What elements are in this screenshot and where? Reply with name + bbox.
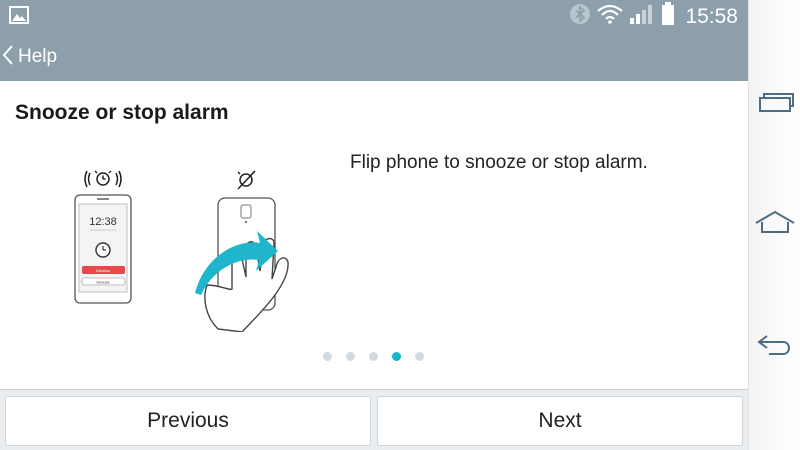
navigation-bar <box>748 0 800 450</box>
home-icon <box>753 209 797 240</box>
dismiss-label: Dismiss <box>96 268 110 273</box>
recent-apps-button[interactable] <box>752 84 798 124</box>
bluetooth-icon <box>569 3 591 30</box>
alarm-off-icon <box>237 170 256 190</box>
chevron-left-icon <box>2 44 14 71</box>
phone-time: 12:38 <box>89 216 117 228</box>
snooze-label: Snooze <box>96 279 110 284</box>
status-bar: 15:58 <box>0 0 748 33</box>
clock: 15:58 <box>685 4 738 28</box>
page-indicator <box>323 352 424 361</box>
page-dot <box>346 352 355 361</box>
footer-bar: Previous Next <box>0 389 748 450</box>
flip-phone-illustration: 12:38 Dismiss Snooze <box>60 167 310 337</box>
previous-button[interactable]: Previous <box>5 396 371 446</box>
back-icon <box>755 331 795 362</box>
page-dot <box>415 352 424 361</box>
recent-apps-icon <box>755 90 795 119</box>
help-description: Flip phone to snooze or stop alarm. <box>350 152 648 173</box>
gallery-icon <box>9 6 29 29</box>
page-title: Snooze or stop alarm <box>15 101 229 124</box>
page-dot <box>323 352 332 361</box>
back-to-help[interactable]: Help <box>2 44 57 71</box>
action-bar: Help <box>0 33 748 81</box>
ringing-alarm-icon <box>84 170 122 188</box>
home-button[interactable] <box>752 204 798 244</box>
wifi-icon <box>597 4 624 29</box>
page-dot <box>369 352 378 361</box>
page-dot-active <box>392 352 401 361</box>
help-content: Snooze or stop alarm 12:38 Dismiss Snooz… <box>0 81 748 389</box>
help-screen: 15:58 Help Snooze or stop alarm 12:38 Di… <box>0 0 748 450</box>
back-button[interactable] <box>752 326 798 366</box>
phone-ringing: 12:38 Dismiss Snooze <box>74 194 132 304</box>
next-button[interactable]: Next <box>377 396 743 446</box>
status-icons: 15:58 <box>569 0 738 33</box>
signal-icon <box>629 3 655 30</box>
back-label: Help <box>18 46 58 67</box>
battery-icon <box>661 2 675 31</box>
